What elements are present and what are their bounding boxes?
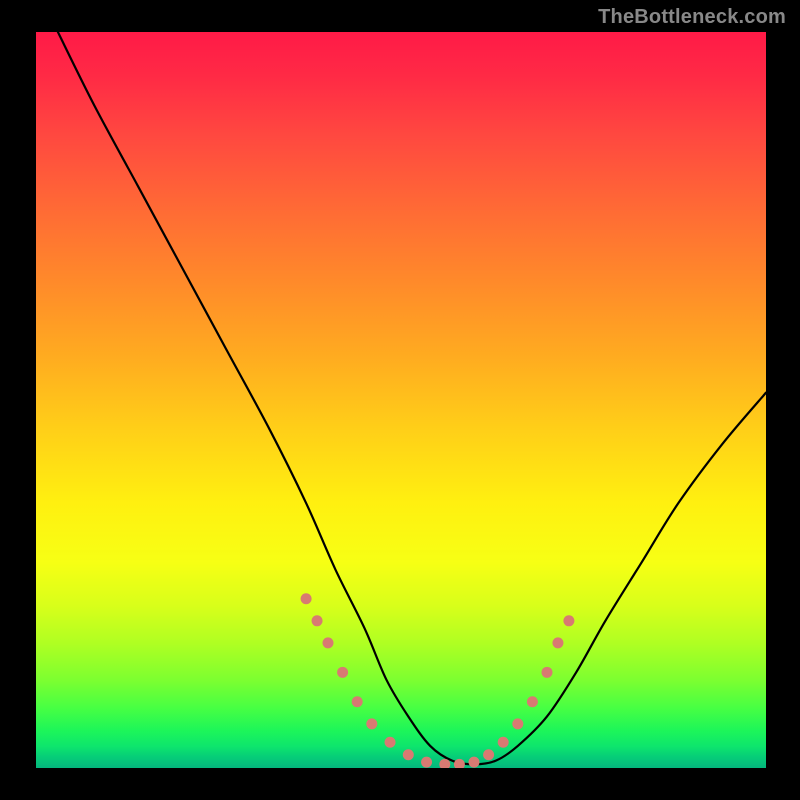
- highlight-dot: [337, 667, 348, 678]
- highlight-dot: [323, 637, 334, 648]
- chart-svg: [36, 32, 766, 768]
- highlight-dot: [552, 637, 563, 648]
- curve-path: [58, 32, 766, 764]
- highlight-dot: [483, 749, 494, 760]
- chart-frame: TheBottleneck.com: [0, 0, 800, 800]
- highlight-dot: [366, 718, 377, 729]
- highlight-dot: [563, 615, 574, 626]
- highlight-dot: [352, 696, 363, 707]
- highlight-dot: [385, 737, 396, 748]
- highlight-dot: [512, 718, 523, 729]
- highlight-dot: [421, 757, 432, 768]
- watermark-text: TheBottleneck.com: [598, 6, 786, 29]
- highlight-dot: [301, 593, 312, 604]
- highlight-dot: [454, 759, 465, 768]
- highlight-dot: [403, 749, 414, 760]
- highlight-dot: [469, 757, 480, 768]
- highlight-dot: [542, 667, 553, 678]
- highlight-dot: [312, 615, 323, 626]
- plot-area: [36, 32, 766, 768]
- highlight-dot: [498, 737, 509, 748]
- highlight-dot: [527, 696, 538, 707]
